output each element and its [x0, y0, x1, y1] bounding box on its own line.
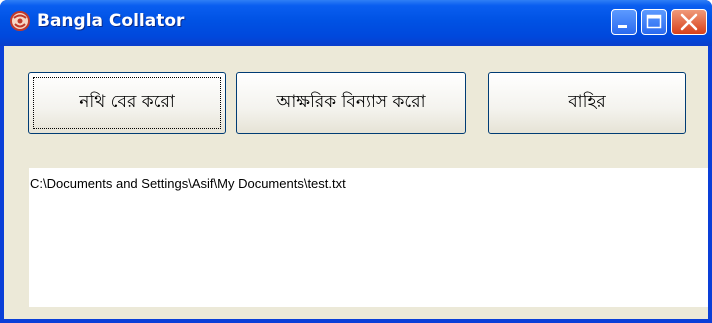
exit-label: বাহির	[568, 92, 606, 112]
title-bar[interactable]: Bangla Collator	[0, 0, 712, 46]
open-file-button[interactable]: নথি বের করো	[28, 72, 226, 134]
maximize-button[interactable]	[641, 9, 667, 35]
open-file-label: নথি বের করো	[79, 92, 175, 112]
maximize-icon	[646, 14, 662, 29]
window-title: Bangla Collator	[37, 11, 185, 31]
output-text-area[interactable]: C:\Documents and Settings\Asif\My Docume…	[29, 168, 708, 307]
client-area: নথি বের করো আক্ষরিক বিন্যাস করো বাহির C:…	[4, 46, 708, 319]
sort-label: আক্ষরিক বিন্যাস করো	[276, 92, 426, 112]
close-icon	[680, 13, 698, 31]
minimize-button[interactable]	[611, 9, 637, 35]
app-logo-icon[interactable]	[9, 10, 31, 32]
close-button[interactable]	[671, 9, 707, 35]
exit-button[interactable]: বাহির	[488, 72, 686, 134]
file-path-text: C:\Documents and Settings\Asif\My Docume…	[30, 176, 346, 191]
app-window: Bangla Collator নথি বের করো আক্ষরিক বিন্…	[0, 0, 712, 323]
minimize-icon	[618, 25, 627, 28]
sort-button[interactable]: আক্ষরিক বিন্যাস করো	[236, 72, 466, 134]
